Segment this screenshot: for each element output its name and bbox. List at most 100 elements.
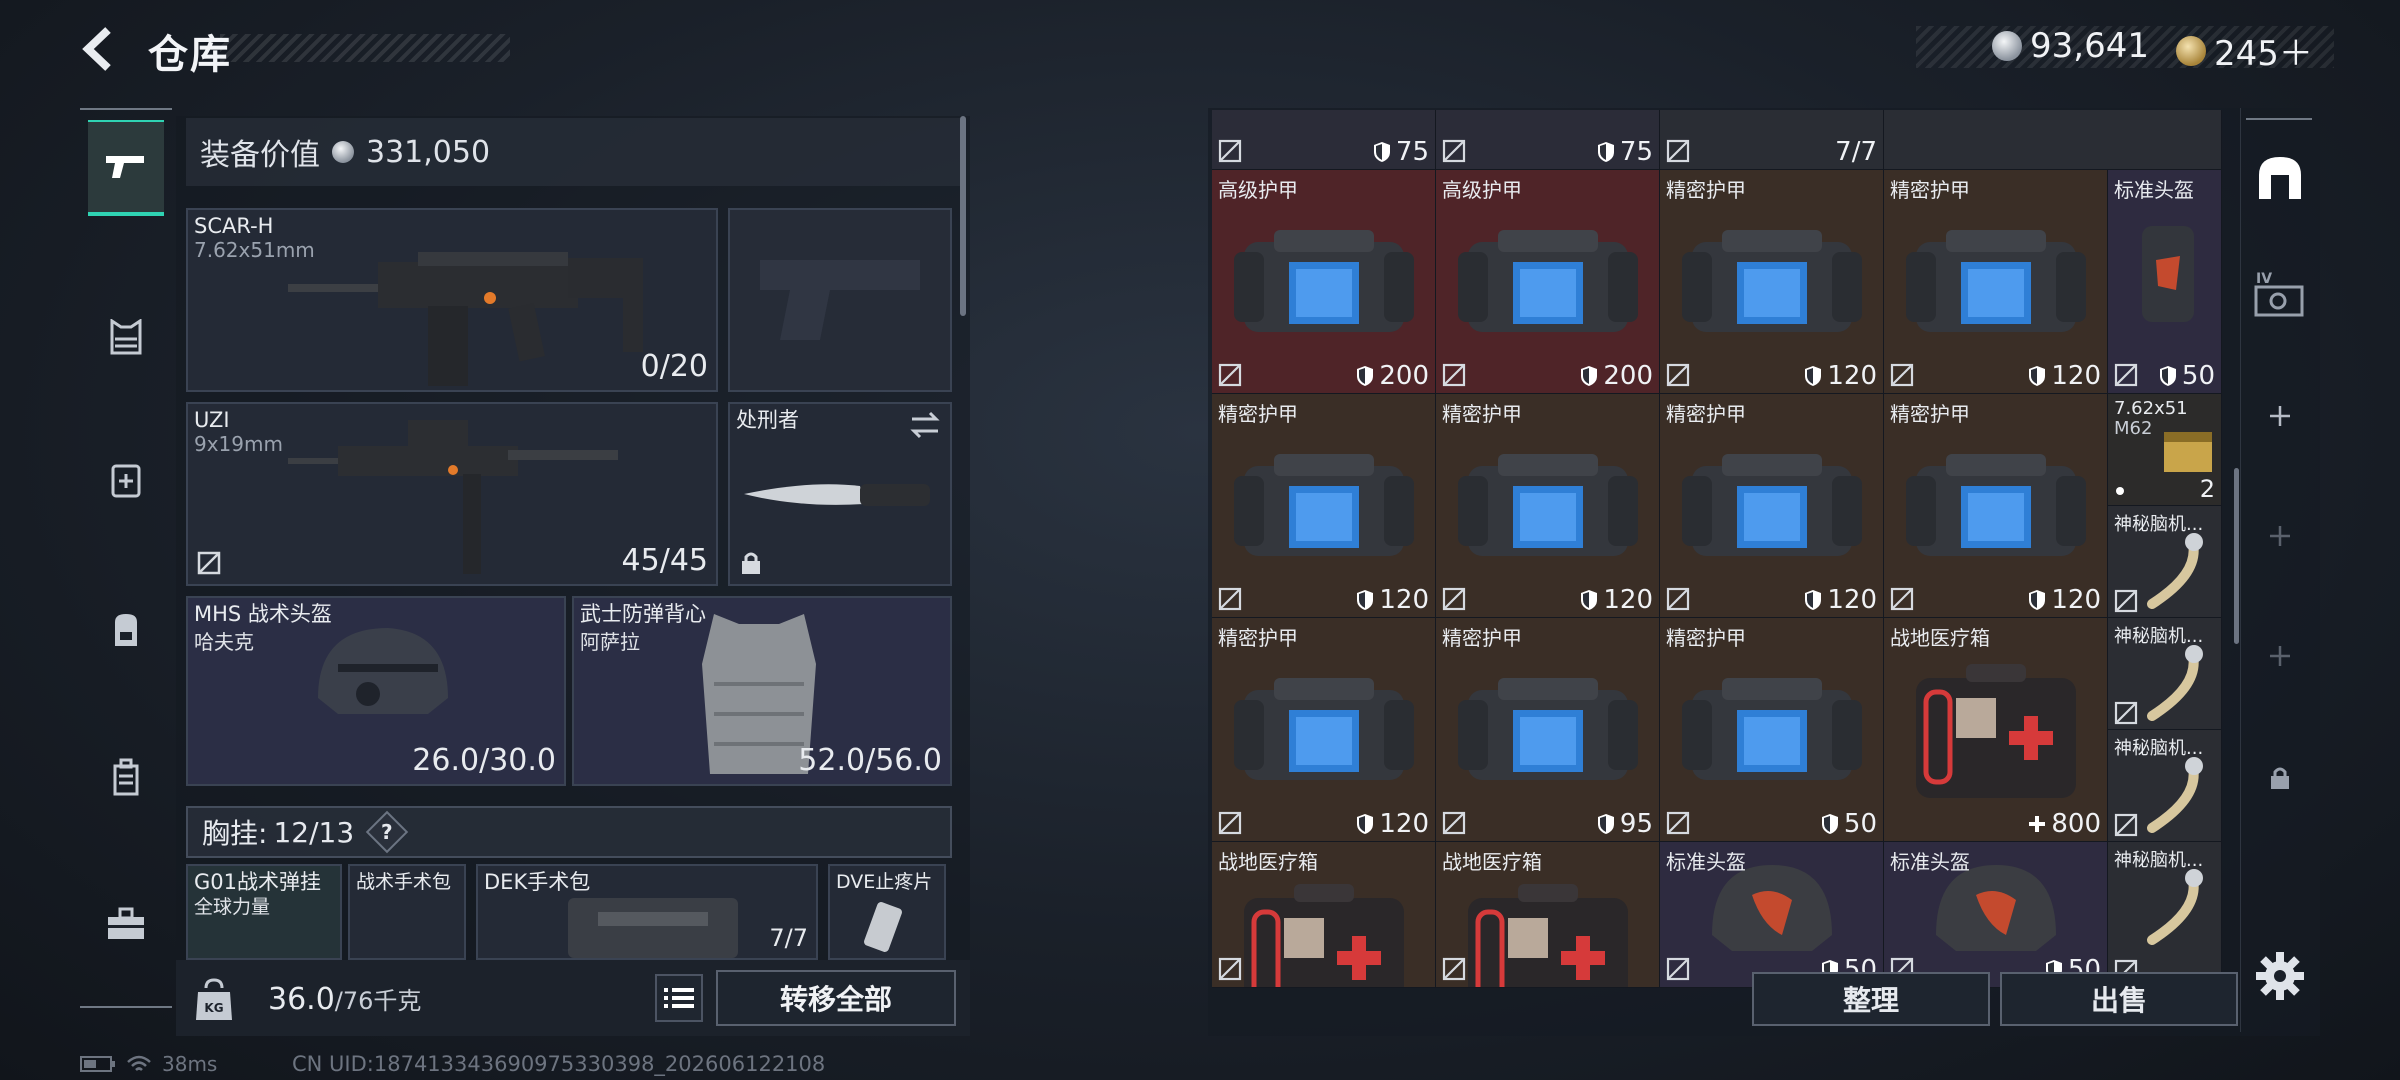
storage-item[interactable]: 精密护甲 120 <box>1884 170 2108 394</box>
melee-slot[interactable]: 处刑者 <box>728 402 952 586</box>
sell-button[interactable]: 出售 <box>2000 972 2238 1026</box>
storage-item[interactable]: 精密护甲 120 <box>1660 170 1884 394</box>
armor-slot[interactable]: 武士防弹背心 阿萨拉 52.0/56.0 <box>572 596 952 786</box>
storage-item[interactable]: 神秘脑机... <box>2108 506 2222 618</box>
storage-item[interactable]: 高级护甲 200 <box>1212 170 1436 394</box>
loadout-scrollbar[interactable] <box>960 116 966 316</box>
nav-backpack[interactable] <box>88 582 164 678</box>
storage-item[interactable]: 精密护甲 120 <box>1884 394 2108 618</box>
armor-bag-icon <box>1234 454 1414 556</box>
equipment-value-amount: 331,050 <box>366 134 491 170</box>
storage-item[interactable]: 7/7 <box>1660 110 1884 170</box>
no-insure-icon <box>1666 957 1690 981</box>
item-name: 标准头盔 <box>1666 850 1746 874</box>
item-count: 7/7 <box>769 924 808 952</box>
armor-value-icon <box>1821 814 1838 834</box>
chest-rig-item-sub: 全球力量 <box>194 896 271 918</box>
storage-item[interactable]: 标准头盔 50 <box>2108 170 2222 394</box>
item-value: 95 <box>1597 809 1653 839</box>
help-icon[interactable]: ? <box>365 810 409 854</box>
storage-house-tab[interactable] <box>2252 150 2308 206</box>
chest-rig-capacity: 12/13 <box>273 815 355 849</box>
smg-icon <box>288 420 618 574</box>
battery-icon <box>80 1056 115 1072</box>
storage-item[interactable]: 精密护甲 120 <box>1660 394 1884 618</box>
storage-item[interactable]: 高级护甲 200 <box>1436 170 1660 394</box>
plus-icon <box>2270 646 2290 666</box>
chest-rig-item[interactable]: G01战术弹挂 全球力量 <box>186 864 342 960</box>
ammo-indicator <box>2116 487 2124 495</box>
nav-case[interactable] <box>88 730 164 826</box>
settings-gear-icon[interactable] <box>2254 950 2306 1002</box>
armor-value-icon <box>1581 366 1598 386</box>
swap-icon[interactable] <box>908 410 942 440</box>
item-value: 50 <box>1821 809 1877 839</box>
armor-value-icon <box>1805 366 1822 386</box>
item-value: 800 <box>2028 809 2101 839</box>
toolbox-icon <box>108 907 144 939</box>
armor-value-icon <box>2029 590 2046 610</box>
melee-name: 处刑者 <box>736 408 799 432</box>
storage-scrollbar[interactable] <box>2234 468 2239 644</box>
storage-item[interactable]: 神秘脑机... <box>2108 730 2222 842</box>
storage-item[interactable]: 精密护甲 95 <box>1436 618 1660 842</box>
storage-item[interactable] <box>1884 110 2222 170</box>
storage-item[interactable]: 标准头盔 50 <box>1660 842 1884 988</box>
storage-item[interactable]: 精密护甲 120 <box>1212 618 1436 842</box>
carry-weight-capacity: /76千克 <box>334 987 422 1015</box>
medkit-icon <box>1244 884 1404 987</box>
backpack-icon <box>115 614 137 646</box>
storage-item[interactable]: 标准头盔 50 <box>1884 842 2108 988</box>
storage-item[interactable]: 7.62x51 M62 2 <box>2108 394 2222 506</box>
storage-item[interactable]: 战地医疗箱 <box>1212 842 1436 988</box>
medkit-icon <box>1468 884 1628 987</box>
storage-side-rail <box>2240 108 2318 1032</box>
wifi-icon <box>127 1055 151 1071</box>
list-view-button[interactable] <box>655 974 703 1022</box>
nav-weapons[interactable] <box>88 120 164 216</box>
secondary-weapon-slot[interactable]: UZI 9x19mm 45/45 <box>186 402 718 586</box>
nav-vest[interactable] <box>88 290 164 386</box>
nav-toolbox[interactable] <box>88 876 164 972</box>
storage-item[interactable]: 75 <box>1436 110 1660 170</box>
pistol-slot[interactable] <box>728 208 952 392</box>
no-insure-icon <box>1218 957 1242 981</box>
storage-tab-iv[interactable]: IV <box>2252 266 2308 322</box>
storage-item[interactable]: 神秘脑机... <box>2108 842 2222 988</box>
item-name: 精密护甲 <box>1442 626 1522 650</box>
add-storage-button[interactable] <box>2252 508 2308 564</box>
chest-item-dek-kit[interactable]: DEK手术包 7/7 <box>476 864 818 960</box>
primary-weapon-slot[interactable]: SCAR-H 7.62x51mm 0/20 <box>186 208 718 392</box>
item-value: 120 <box>2028 361 2101 391</box>
armor-bag-icon <box>1906 454 2086 556</box>
storage-item[interactable]: 战地医疗箱 <box>1436 842 1660 988</box>
storage-item[interactable]: 75 <box>1212 110 1436 170</box>
gold-currency[interactable]: 245＋ <box>2176 26 2313 75</box>
storage-item[interactable]: 精密护甲 120 <box>1436 394 1660 618</box>
item-name: 精密护甲 <box>1666 626 1746 650</box>
no-insure-icon <box>1666 811 1690 835</box>
user-uid: CN UID:187413343690975330398_20260612210… <box>292 1052 826 1076</box>
ammo-box-icon <box>2164 432 2212 472</box>
no-insure-icon <box>1442 363 1466 387</box>
helmet-icon <box>318 628 448 714</box>
chest-item-painkiller[interactable]: DVE止疼片 <box>828 864 946 960</box>
storage-item[interactable]: 神秘脑机... <box>2108 618 2222 730</box>
storage-item[interactable]: 战地医疗箱 800 <box>1884 618 2108 842</box>
add-storage-button[interactable] <box>2252 628 2308 684</box>
storage-item[interactable]: 精密护甲 50 <box>1660 618 1884 842</box>
back-button[interactable] <box>78 24 122 74</box>
nav-backpack-alt[interactable] <box>88 432 164 528</box>
chest-rig-icon <box>110 319 142 355</box>
helmet-slot[interactable]: MHS 战术头盔 哈夫克 26.0/30.0 <box>186 596 566 786</box>
chest-item-surgery-kit[interactable]: 战术手术包 <box>348 864 466 960</box>
arrange-button[interactable]: 整理 <box>1752 972 1990 1026</box>
locked-storage-tab[interactable] <box>2252 750 2308 806</box>
transfer-all-button[interactable]: 转移全部 <box>716 970 956 1026</box>
storage-item[interactable]: 精密护甲 120 <box>1212 394 1436 618</box>
primary-weapon-name: SCAR-H <box>194 214 274 238</box>
no-insure-icon <box>1442 587 1466 611</box>
item-name: 精密护甲 <box>1218 402 1298 426</box>
add-storage-button[interactable] <box>2252 388 2308 444</box>
status-bar: 38ms <box>80 1052 217 1076</box>
